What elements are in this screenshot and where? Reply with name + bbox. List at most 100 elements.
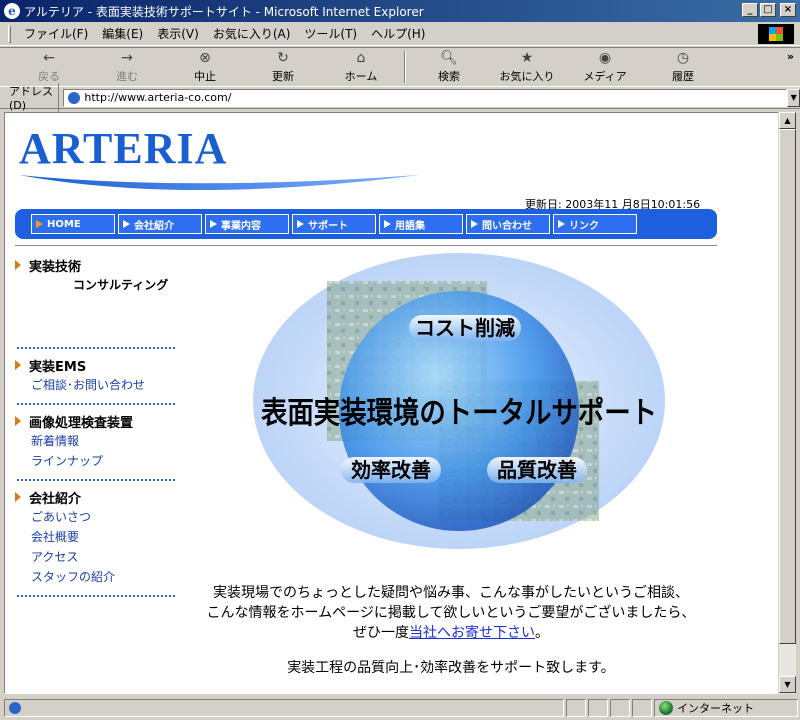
scroll-down-button[interactable]: ▼ — [779, 676, 796, 693]
section-title: 実装EMS — [29, 359, 87, 375]
sidebar-link-lineup[interactable]: ラインナップ — [15, 451, 185, 471]
section-title: 実装技術 — [29, 259, 82, 275]
search-button[interactable]: 🔍︎ 検索 — [410, 50, 488, 84]
hero-main-title: 表面実装環境のトータルサポート — [261, 396, 657, 431]
vertical-scrollbar[interactable]: ▲ ▼ — [778, 112, 796, 694]
sidebar-link-profile[interactable]: 会社概要 — [15, 527, 185, 547]
back-button[interactable]: ← 戻る — [10, 50, 88, 84]
arteria-logo[interactable]: ARTERIA — [19, 127, 227, 171]
sidebar-link-staff[interactable]: スタッフの紹介 — [15, 567, 185, 587]
status-pane — [566, 699, 586, 717]
nav-support[interactable]: サポート — [292, 214, 376, 234]
sidebar-link-access[interactable]: アクセス — [15, 547, 185, 567]
menu-file[interactable]: ファイル(F) — [17, 25, 95, 42]
nav-label: 用語集 — [395, 220, 425, 232]
sidebar-link-news[interactable]: 新着情報 — [15, 431, 185, 451]
status-main-pane — [4, 699, 564, 717]
nav-business[interactable]: 事業内容 — [205, 214, 289, 234]
close-button[interactable]: × — [780, 3, 796, 17]
scroll-up-button[interactable]: ▲ — [779, 112, 796, 129]
nav-glossary[interactable]: 用語集 — [379, 214, 463, 234]
stop-icon: ⊗ — [199, 50, 211, 66]
history-button[interactable]: ◷ 履歴 — [644, 50, 722, 84]
intro-line-3: ぜひ一度当社へお寄せ下さい。 — [201, 623, 701, 643]
home-label: ホーム — [344, 70, 378, 83]
menu-bar: ファイル(F) 編集(E) 表示(V) お気に入り(A) ツール(T) ヘルプ(… — [0, 22, 800, 46]
nav-arrow-icon — [471, 220, 478, 228]
nav-arrow-icon — [123, 220, 130, 228]
status-zone: インターネット — [677, 702, 754, 715]
header-divider — [15, 245, 717, 246]
hero-graphic: コスト削減 表面実装環境のトータルサポート 効率改善 品質改善 — [253, 253, 665, 549]
media-icon: ◉ — [598, 50, 612, 66]
history-icon: ◷ — [676, 50, 690, 66]
intro-line-3-pre: ぜひ一度 — [353, 625, 409, 641]
bullet-icon — [15, 360, 21, 370]
hero-efficiency-label: 効率改善 — [351, 458, 431, 482]
ie-logo-icon: e — [4, 3, 20, 19]
contact-link[interactable]: 当社へお寄せ下さい — [409, 625, 535, 641]
menu-view[interactable]: 表示(V) — [150, 25, 206, 42]
sidebar-section-company: 会社紹介 — [15, 487, 185, 507]
page-icon — [68, 91, 81, 104]
stop-button[interactable]: ⊗ 中止 — [166, 50, 244, 84]
nav-label: 事業内容 — [221, 220, 261, 232]
toolbar-overflow-chevron[interactable]: » — [787, 50, 794, 63]
menu-favorites[interactable]: お気に入り(A) — [206, 25, 298, 42]
menu-help[interactable]: ヘルプ(H) — [364, 25, 432, 42]
address-dropdown-button[interactable]: ▼ — [787, 88, 800, 107]
nav-label: HOME — [47, 218, 81, 230]
menu-tools[interactable]: ツール(T) — [297, 25, 364, 42]
page-viewport: ARTERIA 更新日: 2003年11 月8日10:01:56 HOME 会社… — [4, 112, 780, 694]
back-label: 戻る — [38, 70, 60, 83]
section-title: 会社紹介 — [29, 491, 82, 507]
nav-company[interactable]: 会社紹介 — [118, 214, 202, 234]
forward-arrow-icon: → — [121, 50, 133, 66]
sidebar-item-consulting: コンサルティング — [73, 278, 169, 292]
address-bar: アドレス(D) http://www.arteria-co.com/ ▼ — [0, 83, 800, 112]
media-button[interactable]: ◉ メディア — [566, 50, 644, 84]
section-title: 画像処理検査装置 — [29, 415, 134, 431]
window-title: アルテリア - 表面実装技術サポートサイト - Microsoft Intern… — [24, 4, 424, 19]
favorites-label: お気に入り — [499, 70, 555, 83]
status-pane — [610, 699, 630, 717]
favorites-button[interactable]: ★ お気に入り — [488, 50, 566, 84]
nav-label: リンク — [569, 220, 599, 232]
sidebar: 実装技術 コンサルティング 実装EMS ご相談･お問い合わせ 画像処理検査装置 … — [15, 255, 185, 603]
hero-cost-label: コスト削減 — [415, 316, 515, 340]
maximize-button[interactable]: □ — [760, 3, 776, 17]
minimize-button[interactable]: _ — [742, 3, 758, 17]
nav-links[interactable]: リンク — [553, 214, 637, 234]
home-icon: ⌂ — [356, 50, 366, 66]
home-button[interactable]: ⌂ ホーム — [322, 50, 400, 84]
toolbar-grip — [8, 24, 11, 43]
scroll-thumb[interactable] — [779, 129, 796, 644]
nav-home[interactable]: HOME — [31, 214, 115, 234]
refresh-button[interactable]: ↻ 更新 — [244, 50, 322, 84]
intro-line-1: 実装現場でのちょっとした疑問や悩み事、こんな事がしたいというご相談、 — [213, 585, 689, 601]
nav-contact[interactable]: 問い合わせ — [466, 214, 550, 234]
sidebar-divider — [17, 403, 175, 405]
nav-arrow-icon — [558, 220, 565, 228]
sidebar-link-inquiry[interactable]: ご相談･お問い合わせ — [15, 375, 185, 395]
main-nav: HOME 会社紹介 事業内容 サポート 用語集 問い合わせ リンク — [15, 209, 717, 239]
menu-edit[interactable]: 編集(E) — [95, 25, 150, 42]
status-pane — [588, 699, 608, 717]
bullet-icon — [15, 260, 21, 270]
hero-quality-label: 品質改善 — [497, 458, 577, 482]
status-pane — [632, 699, 652, 717]
nav-arrow-icon — [36, 220, 43, 228]
nav-label: 問い合わせ — [482, 220, 532, 232]
sidebar-link-greeting[interactable]: ごあいさつ — [15, 507, 185, 527]
sidebar-section-ems: 実装EMS — [15, 355, 185, 375]
sidebar-section-mounting-tech: 実装技術 — [15, 255, 185, 275]
intro-message: 実装現場でのちょっとした疑問や悩み事、こんな事がしたいというご相談、 こんな情報… — [201, 583, 701, 643]
address-input[interactable]: http://www.arteria-co.com/ — [63, 88, 788, 107]
back-arrow-icon: ← — [43, 50, 55, 66]
forward-button[interactable]: → 進む — [88, 50, 166, 84]
favorites-icon: ★ — [520, 50, 534, 66]
sidebar-divider — [17, 479, 175, 481]
bullet-icon — [15, 492, 21, 502]
bullet-icon — [15, 416, 21, 426]
nav-label: 会社紹介 — [134, 220, 174, 232]
